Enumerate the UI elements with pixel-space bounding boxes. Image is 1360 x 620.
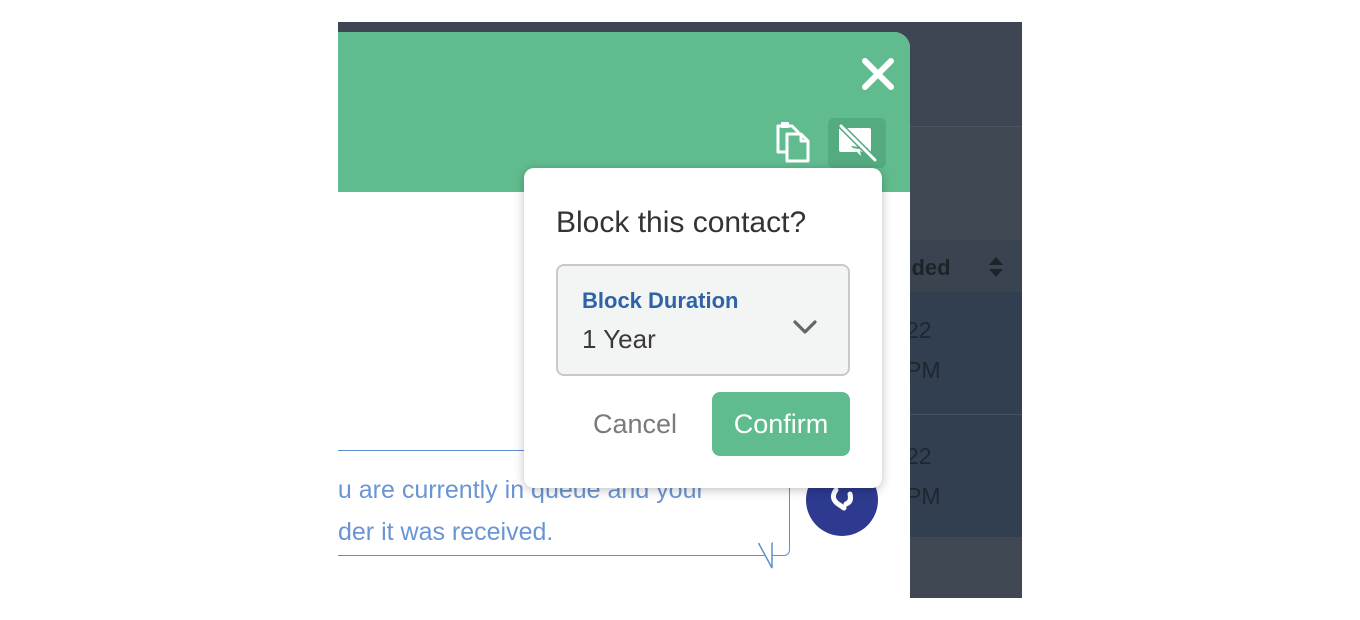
block-contact-popover: Block this contact? Block Duration 1 Yea… bbox=[524, 168, 882, 488]
block-contact-button[interactable] bbox=[828, 118, 886, 168]
confirm-button[interactable]: Confirm bbox=[712, 392, 850, 456]
cancel-button[interactable]: Cancel bbox=[580, 392, 690, 456]
copy-button[interactable] bbox=[772, 120, 816, 164]
table-cell-time: PM bbox=[906, 357, 941, 383]
block-duration-value: 1 Year bbox=[582, 324, 656, 354]
chat-message-text: der it was received. bbox=[338, 518, 554, 546]
block-duration-label: Block Duration bbox=[582, 288, 739, 313]
table-cell-time: PM bbox=[906, 483, 941, 509]
block-duration-select[interactable]: Block Duration 1 Year bbox=[556, 264, 850, 376]
close-icon bbox=[862, 58, 894, 90]
chevron-down-icon bbox=[793, 320, 817, 334]
popover-title: Block this contact? bbox=[556, 206, 807, 239]
block-contact-icon bbox=[838, 124, 877, 162]
sort-icon bbox=[989, 257, 1003, 277]
close-button[interactable] bbox=[858, 54, 898, 94]
bubble-tail bbox=[758, 542, 773, 569]
clipboard-copy-icon bbox=[776, 122, 810, 163]
app-viewport: nded 22 PM 22 PM ou are currently in que… bbox=[338, 22, 1022, 598]
